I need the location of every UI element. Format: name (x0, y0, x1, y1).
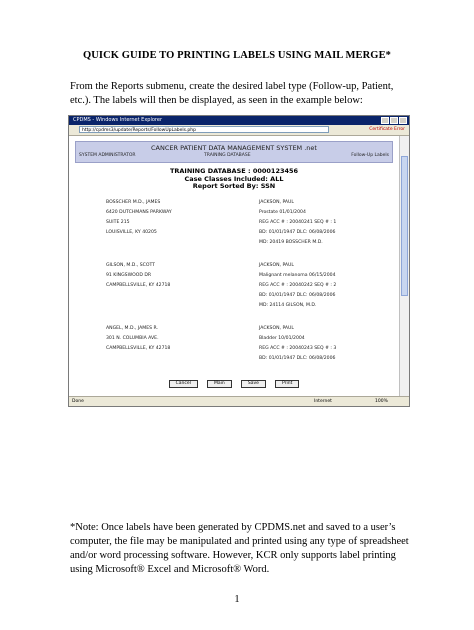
page-name: Follow-Up Labels (351, 153, 389, 158)
certificate-error[interactable]: Certificate Error (369, 126, 405, 133)
print-button[interactable]: Print (274, 380, 300, 388)
intro-paragraph: From the Reports submenu, create the des… (70, 81, 394, 106)
cancel-button[interactable]: Cancel (168, 380, 198, 388)
main-button[interactable]: Main (207, 380, 232, 388)
vertical-scrollbar[interactable] (399, 136, 409, 396)
user-role: SYSTEM ADMINISTRATOR (79, 153, 136, 158)
app-title: CANCER PATIENT DATA MANAGEMENT SYSTEM .n… (151, 144, 317, 152)
note-paragraph: *Note: Once labels have been generated b… (70, 522, 409, 575)
physician-label-2: GILSON, M.D., SCOTT 91 KINGSWOOD DR CAMP… (106, 263, 171, 288)
status-text: Done (72, 399, 84, 404)
document-title: QUICK GUIDE TO PRINTING LABELS USING MAI… (82, 50, 392, 61)
browser-screenshot: CPDMS - Windows Internet Explorer http:/… (68, 115, 410, 407)
patient-label-3: JACKSON, PAUL Bladder 10/01/2004 REG ACC… (259, 326, 337, 361)
save-button[interactable]: Save (240, 380, 266, 388)
scroll-thumb[interactable] (401, 156, 408, 296)
browser-titlebar: CPDMS - Windows Internet Explorer (69, 116, 409, 125)
address-bar: http://cpdms3/update/Reports/FollowUpLab… (69, 125, 409, 136)
physician-label-1: BOSSCHER M.D., JAMES 6420 DUTCHMANS PARK… (106, 200, 172, 235)
action-buttons: Cancel Main Save Print (69, 369, 399, 388)
patient-label-2: JACKSON, PAUL Malignant melanoma 06/15/2… (259, 263, 337, 308)
close-icon[interactable] (399, 117, 407, 124)
page-number: 1 (234, 594, 240, 605)
minimize-icon[interactable] (381, 117, 389, 124)
status-bar: Done Internet 100% (69, 396, 409, 406)
maximize-icon[interactable] (390, 117, 398, 124)
database-name: TRAINING DATABASE (204, 153, 251, 158)
app-header: CANCER PATIENT DATA MANAGEMENT SYSTEM .n… (75, 141, 393, 163)
physician-label-3: ANGEL, M.D., JAMES R. 301 N. COLUMBIA AV… (106, 326, 171, 351)
address-input[interactable]: http://cpdms3/update/Reports/FollowUpLab… (79, 126, 329, 133)
window-title: CPDMS - Windows Internet Explorer (73, 117, 162, 123)
report-header: TRAINING DATABASE : 0000123456 Case Clas… (69, 167, 399, 191)
zoom-level[interactable]: 100% (375, 397, 388, 406)
internet-zone: Internet (314, 399, 332, 404)
report-line-3: Report Sorted By: SSN (192, 182, 276, 190)
page-content: CANCER PATIENT DATA MANAGEMENT SYSTEM .n… (69, 136, 399, 396)
patient-label-1: JACKSON, PAUL Prostate 01/01/2004 REG AC… (259, 200, 337, 245)
